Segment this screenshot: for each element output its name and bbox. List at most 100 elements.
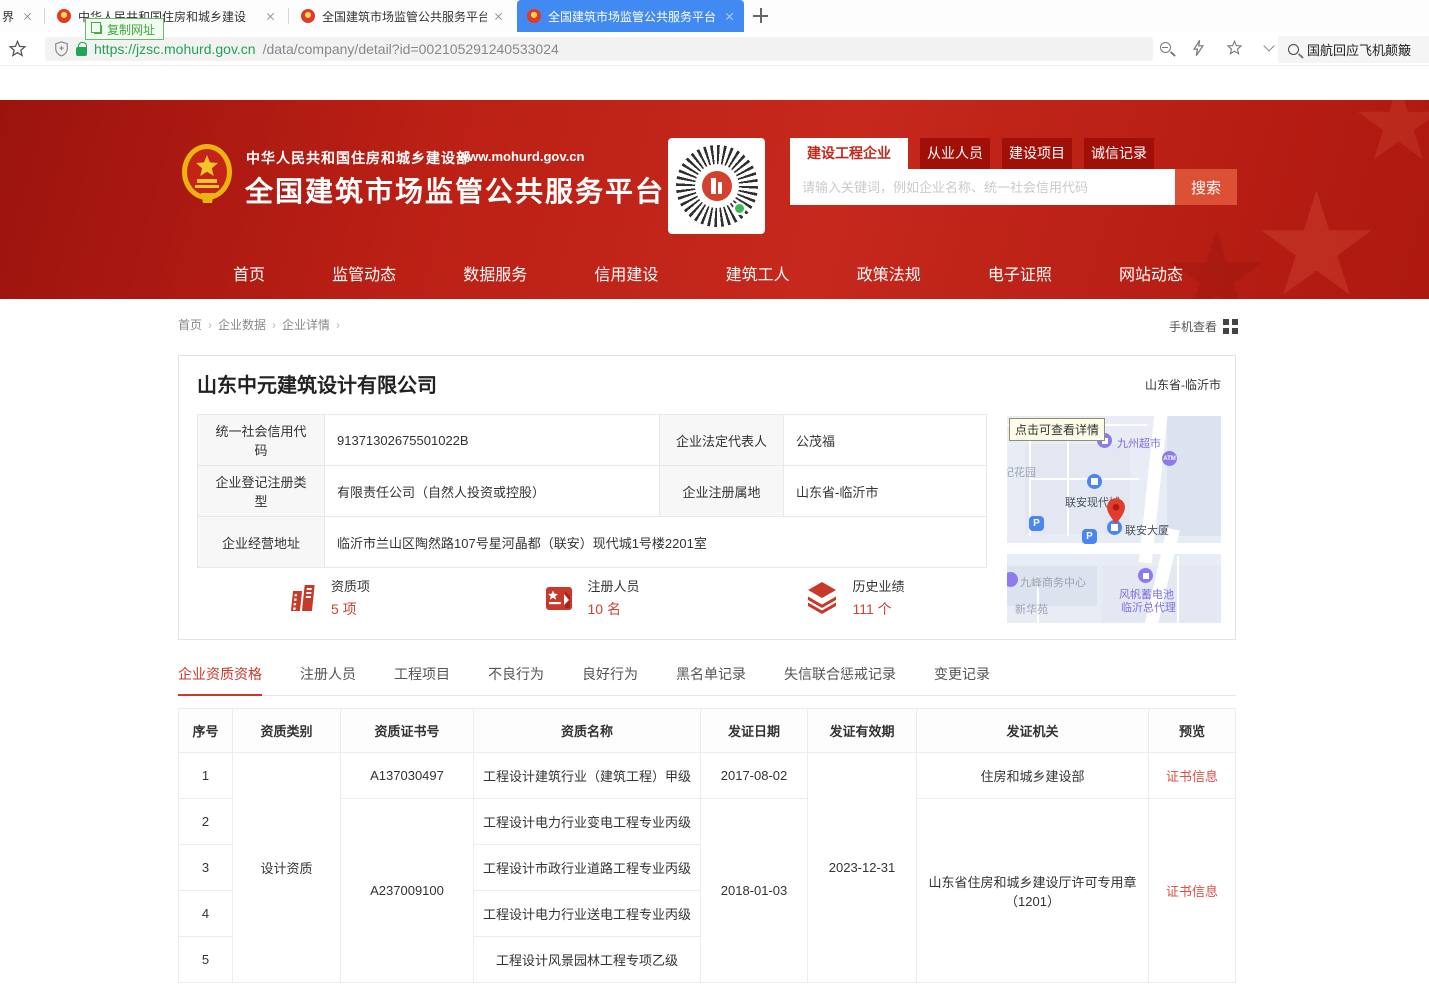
layers-icon — [804, 581, 840, 614]
reg-region-value: 山东省-临沂市 — [784, 466, 987, 517]
tab-good-behavior[interactable]: 良好行为 — [582, 664, 638, 684]
chevron-down-icon[interactable] — [1263, 40, 1274, 51]
cell-no: 4 — [179, 891, 233, 937]
national-emblem-logo — [181, 143, 234, 212]
mobile-view[interactable]: 手机查看 — [1169, 318, 1238, 335]
keyword-search-input[interactable] — [790, 169, 1175, 205]
search-button[interactable]: 搜索 — [1175, 169, 1237, 205]
lightning-icon[interactable] — [1193, 40, 1204, 56]
stat-value: 111 个 — [852, 599, 904, 619]
stat-registered-personnel[interactable]: 注册人员 10 名 — [460, 576, 723, 619]
col-no: 序号 — [179, 709, 233, 753]
certificate-info-link[interactable]: 证书信息 — [1166, 884, 1218, 899]
tab-changes[interactable]: 变更记录 — [934, 664, 990, 684]
map-block — [1167, 416, 1221, 536]
copy-url-label: 复制网址 — [107, 21, 155, 38]
nav-item-credit[interactable]: 信用建设 — [594, 261, 658, 285]
close-icon[interactable] — [494, 12, 503, 21]
battery-shop-pin-icon — [1138, 568, 1153, 583]
url-path: /data/company/detail?id=0021052912405330… — [263, 41, 559, 57]
search-tab-project[interactable]: 建设项目 — [1002, 138, 1072, 169]
cell-cert-no: A237009100 — [341, 799, 474, 983]
nav-item-home[interactable]: 首页 — [233, 261, 265, 285]
credit-code-label: 统一社会信用代码 — [198, 415, 325, 466]
cell-no: 3 — [179, 845, 233, 891]
map-label-garden: 纪花园 — [1007, 464, 1036, 480]
tab-qualifications[interactable]: 企业资质资格 — [178, 664, 262, 684]
browser-quick-search[interactable]: 国航回应飞机颠簸 — [1278, 36, 1429, 63]
favorite-star-icon[interactable] — [1226, 39, 1243, 56]
building-pin-icon — [1087, 474, 1102, 489]
tab-projects[interactable]: 工程项目 — [394, 664, 450, 684]
cell-no: 1 — [179, 753, 233, 799]
qualification-table: 序号 资质类别 资质证书号 资质名称 发证日期 发证有效期 发证机关 预览 1 … — [178, 708, 1236, 983]
stat-label: 注册人员 — [587, 576, 639, 595]
stat-history-performance[interactable]: 历史业绩 111 个 — [723, 576, 986, 619]
nav-item-policy[interactable]: 政策法规 — [857, 261, 921, 285]
new-tab-button[interactable] — [753, 8, 768, 23]
cell-name: 工程设计风景园林工程专项乙级 — [474, 937, 701, 983]
shield-icon[interactable] — [54, 41, 69, 57]
map-tooltip: 点击可查看详情 — [1009, 418, 1105, 441]
col-preview: 预览 — [1149, 709, 1236, 753]
header-search-tabs: 建设工程企业 从业人员 建设项目 诚信记录 — [790, 138, 1166, 169]
nav-item-certificate[interactable]: 电子证照 — [988, 261, 1052, 285]
url-field[interactable]: https://jzsc.mohurd.gov.cn/data/company/… — [45, 37, 1153, 61]
browser-tab-mohurd[interactable]: 中华人民共和国住房和城乡建设 — [47, 0, 285, 32]
company-info-table: 统一社会信用代码 91371302675501022B 企业法定代表人 公茂福 … — [197, 414, 987, 568]
cell-no: 5 — [179, 937, 233, 983]
cell-name: 工程设计建筑行业（建筑工程）甲级 — [474, 753, 701, 799]
tab-dishonesty[interactable]: 失信联合惩戒记录 — [784, 664, 896, 684]
tab-blacklist[interactable]: 黑名单记录 — [676, 664, 746, 684]
cell-category: 设计资质 — [233, 753, 341, 983]
nav-item-workers[interactable]: 建筑工人 — [726, 261, 790, 285]
nav-item-news[interactable]: 网站动态 — [1119, 261, 1183, 285]
company-name: 山东中元建筑设计有限公司 — [197, 369, 437, 398]
stat-qualifications[interactable]: 资质项 5 项 — [197, 576, 460, 619]
certificate-info-link[interactable]: 证书信息 — [1166, 769, 1218, 784]
decor-star — [1259, 190, 1374, 299]
search-tab-credit[interactable]: 诚信记录 — [1084, 138, 1154, 169]
tab-divider — [44, 8, 45, 24]
https-lock-icon — [76, 47, 87, 56]
map-label-supermarket: 九州超市 — [1117, 435, 1161, 451]
browser-tab-partial[interactable]: 界 — [0, 0, 42, 32]
nav-item-data[interactable]: 数据服务 — [463, 261, 527, 285]
address-label: 企业经营地址 — [198, 517, 325, 568]
browser-urlbar-row: https://jzsc.mohurd.gov.cn/data/company/… — [0, 32, 1429, 66]
close-icon[interactable] — [725, 12, 734, 21]
search-tab-enterprise[interactable]: 建设工程企业 — [790, 138, 908, 169]
site-favicon-icon — [301, 9, 315, 23]
company-location-pin-icon — [1107, 498, 1125, 529]
close-icon[interactable] — [23, 12, 32, 21]
location-map[interactable]: 点击可查看详情 九州超市 ATM 纪花园 联安现代城 联安大厦 P P 九峰商务… — [1007, 416, 1221, 623]
tab-registered-personnel[interactable]: 注册人员 — [300, 664, 356, 684]
table-header-row: 序号 资质类别 资质证书号 资质名称 发证日期 发证有效期 发证机关 预览 — [179, 709, 1236, 753]
close-icon[interactable] — [266, 12, 275, 21]
map-road — [1029, 478, 1139, 480]
browser-tab-jzsc[interactable]: 全国建筑市场监管公共服务平台 — [291, 0, 513, 32]
qr-code — [668, 138, 765, 234]
col-category: 资质类别 — [233, 709, 341, 753]
breadcrumb-company-data[interactable]: 企业数据 — [218, 316, 276, 333]
zoom-out-icon[interactable] — [1160, 42, 1171, 53]
tab-bad-behavior[interactable]: 不良行为 — [488, 664, 544, 684]
nav-item-supervision[interactable]: 监管动态 — [332, 261, 396, 285]
legal-rep-label: 企业法定代表人 — [660, 415, 784, 466]
cell-authority: 山东省住房和城乡建设厅许可专用章（1201） — [917, 799, 1149, 983]
company-card: 山东中元建筑设计有限公司 山东省-临沂市 统一社会信用代码 9137130267… — [178, 355, 1236, 640]
breadcrumb-home[interactable]: 首页 — [178, 316, 212, 333]
browser-tab-active[interactable]: 全国建筑市场监管公共服务平台 — [517, 0, 744, 32]
decor-star — [1356, 100, 1429, 167]
bookmark-star-icon[interactable] — [8, 39, 27, 63]
reg-type-value: 有限责任公司（自然人投资或控股） — [325, 466, 660, 517]
table-row: 1 设计资质 A137030497 工程设计建筑行业（建筑工程）甲级 2017-… — [179, 753, 1236, 799]
search-tab-personnel[interactable]: 从业人员 — [920, 138, 990, 169]
copy-url-tooltip[interactable]: 复制网址 — [85, 18, 164, 40]
ministry-name: 中华人民共和国住房和城乡建设部 — [246, 148, 471, 168]
qr-center-logo — [702, 171, 732, 201]
site-favicon-icon — [57, 9, 71, 23]
stat-value: 5 项 — [331, 599, 370, 619]
breadcrumb-company-detail[interactable]: 企业详情 — [282, 316, 340, 333]
tab-title: 界 — [2, 8, 16, 25]
